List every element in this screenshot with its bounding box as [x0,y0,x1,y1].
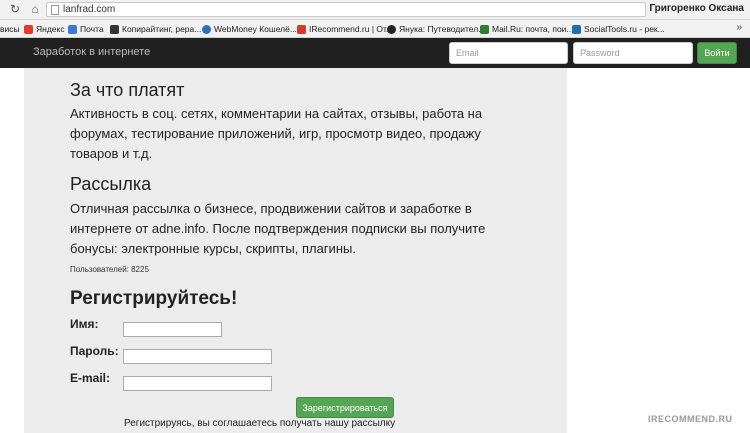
section-text-line: товаров и т.д. [70,146,153,161]
bookmark-item[interactable]: Почта [68,24,104,34]
bookmark-label: SocialTools.ru - рек... [584,24,665,34]
agreement-text: Регистрируясь, вы соглашаетесь получать … [124,418,396,429]
bookmark-label: Копирайтинг, рера... [122,24,202,34]
page-icon [51,5,59,15]
bookmark-label: IRecommend.ru | От... [309,24,394,34]
main-content: За что платят Активность в соц. сетях, к… [24,68,567,433]
users-count: Пользователей: 8225 [70,265,149,274]
bookmark-label: Янука: Путеводител... [399,24,486,34]
section-text-line: интернете от adne.info. После подтвержде… [70,221,486,236]
bookmark-item[interactable]: WebMoney Кошелё... [202,24,297,34]
section-title-payments: За что платят [70,80,185,100]
bookmark-item[interactable]: висы [0,24,20,34]
password-field[interactable] [123,349,272,364]
email-field[interactable] [123,376,272,391]
password-label: Пароль: [70,344,119,358]
letter-a-icon [110,24,119,34]
bookmark-label: висы [0,24,20,34]
name-label: Имя: [70,317,99,331]
watermark-logo: IRECOMMEND.RU [648,414,733,424]
bookmark-item[interactable]: Янука: Путеводител... [387,24,485,34]
section-text-line: Отличная рассылка о бизнесе, продвижении… [70,201,472,216]
register-title: Регистрируйтесь! [70,288,238,309]
bookmark-item[interactable]: Яндекс [24,24,65,34]
bookmark-label: Почта [80,24,104,34]
bookmark-item[interactable]: Mail.Ru: почта, пои... [480,24,574,34]
yandex-icon [24,24,33,34]
bookmark-label: Яндекс [36,24,65,34]
bookmark-label: WebMoney Кошелё... [214,24,297,34]
section-text-line: бонусы: электронные курсы, скрипты, плаг… [70,241,356,256]
site-navbar: Заработок в интернете Войти [0,38,750,68]
socialtools-icon [572,24,581,34]
bookmark-label: Mail.Ru: почта, пои... [492,24,574,34]
bookmark-item[interactable]: IRecommend.ru | От... [297,24,393,34]
bookmark-item[interactable]: Копирайтинг, рера... [110,24,201,34]
browser-toolbar: ↻ ⌂ lanfrad.com Григоренко Оксана [0,0,750,20]
bookmarks-bar: висы Яндекс Почта Копирайтинг, рера... W… [0,20,750,38]
irecommend-icon [297,24,306,34]
mailru-icon [480,24,489,34]
bookmark-item[interactable]: SocialTools.ru - рек... [572,24,665,34]
name-field[interactable] [123,322,222,337]
section-text-line: Активность в соц. сетях, комментарии на … [70,106,483,121]
mail-icon [68,24,77,34]
section-text-line: форумах, тестирование приложений, игр, п… [70,126,481,141]
section-title-newsletter: Рассылка [70,174,152,194]
login-email-input[interactable] [449,42,568,64]
address-bar[interactable]: lanfrad.com [46,2,646,17]
bookmarks-more-icon[interactable]: » [736,22,742,33]
address-text[interactable]: lanfrad.com [63,4,115,15]
register-button[interactable]: Зарегистрироваться [296,397,394,418]
login-button[interactable]: Войти [697,42,737,64]
webmoney-icon [202,24,211,34]
github-icon [387,24,396,34]
browser-user-name[interactable]: Григоренко Оксана [649,3,744,14]
email-label: E-mail: [70,371,111,385]
brand-link[interactable]: Заработок в интернете [33,46,150,58]
login-password-input[interactable] [573,42,693,64]
home-icon[interactable]: ⌂ [28,2,42,16]
reload-icon[interactable]: ↻ [8,2,22,16]
